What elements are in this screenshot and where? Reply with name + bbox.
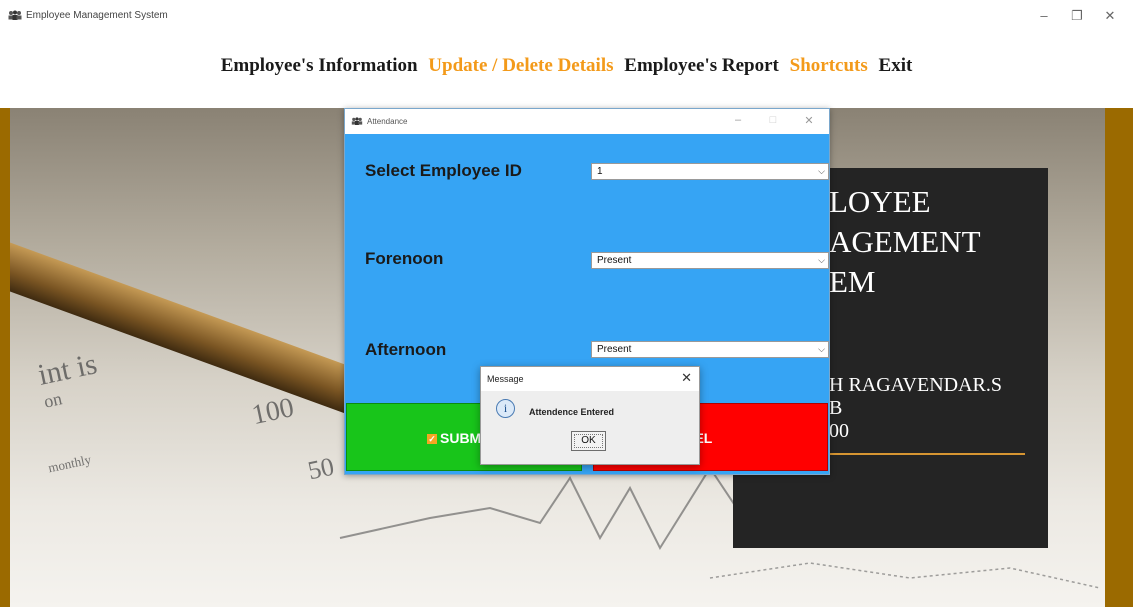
card-divider (829, 453, 1025, 455)
afternoon-select[interactable]: Present ⌵ (591, 341, 829, 358)
minimize-button[interactable]: – (1033, 6, 1055, 26)
check-icon: ✓ (427, 434, 437, 444)
forenoon-label: Forenoon (365, 249, 444, 268)
close-button[interactable]: ✕ (1099, 6, 1121, 26)
app-title: Employee Management System (26, 10, 168, 21)
afternoon-label: Afternoon (365, 340, 447, 359)
menu-shortcuts[interactable]: Shortcuts (790, 55, 868, 76)
close-button[interactable]: ✕ (800, 114, 818, 127)
message-title: Message (487, 374, 524, 384)
card-credit-line: 00 (829, 420, 849, 442)
menu-exit[interactable]: Exit (879, 55, 913, 76)
message-body: i Attendence Entered OK (481, 391, 699, 464)
card-heading-line: LOYEE (829, 184, 931, 219)
message-text: Attendence Entered (529, 407, 615, 417)
forenoon-value: Present (597, 255, 632, 266)
info-icon: i (496, 399, 515, 418)
menu-employee-information[interactable]: Employee's Information (221, 55, 418, 76)
employee-id-label: Select Employee ID (365, 161, 522, 180)
card-credit-line: H RAGAVENDAR.S (829, 374, 1002, 396)
maximize-button: □ (769, 114, 777, 126)
employee-id-select[interactable]: 1 ⌵ (591, 163, 829, 180)
people-icon (8, 10, 22, 20)
attendance-titlebar: Attendance – □ ✕ (345, 109, 829, 134)
forenoon-select[interactable]: Present ⌵ (591, 252, 829, 269)
minimize-button[interactable]: – (729, 114, 747, 126)
restore-button[interactable]: ❐ (1066, 6, 1088, 26)
main-menu: Employee's Information Update / Delete D… (0, 55, 1133, 77)
attendance-title: Attendance (367, 117, 408, 126)
ok-button[interactable]: OK (571, 431, 606, 451)
chevron-down-icon: ⌵ (818, 166, 825, 176)
afternoon-value: Present (597, 344, 632, 355)
employee-id-value: 1 (597, 166, 603, 177)
card-credit-line: B (829, 397, 843, 419)
menu-update-delete-details[interactable]: Update / Delete Details (428, 55, 613, 76)
app-titlebar: Employee Management System – ❐ ✕ (0, 0, 1133, 32)
chevron-down-icon: ⌵ (818, 344, 825, 354)
close-icon[interactable]: ✕ (681, 370, 692, 386)
card-heading-line: AGEMENT (829, 224, 981, 259)
message-dialog: Message ✕ i Attendence Entered OK (480, 366, 700, 465)
chevron-down-icon: ⌵ (818, 255, 825, 265)
card-heading-line: EM (829, 264, 876, 299)
right-border (1105, 108, 1133, 607)
menu-employee-report[interactable]: Employee's Report (624, 55, 779, 76)
people-icon (351, 117, 363, 125)
